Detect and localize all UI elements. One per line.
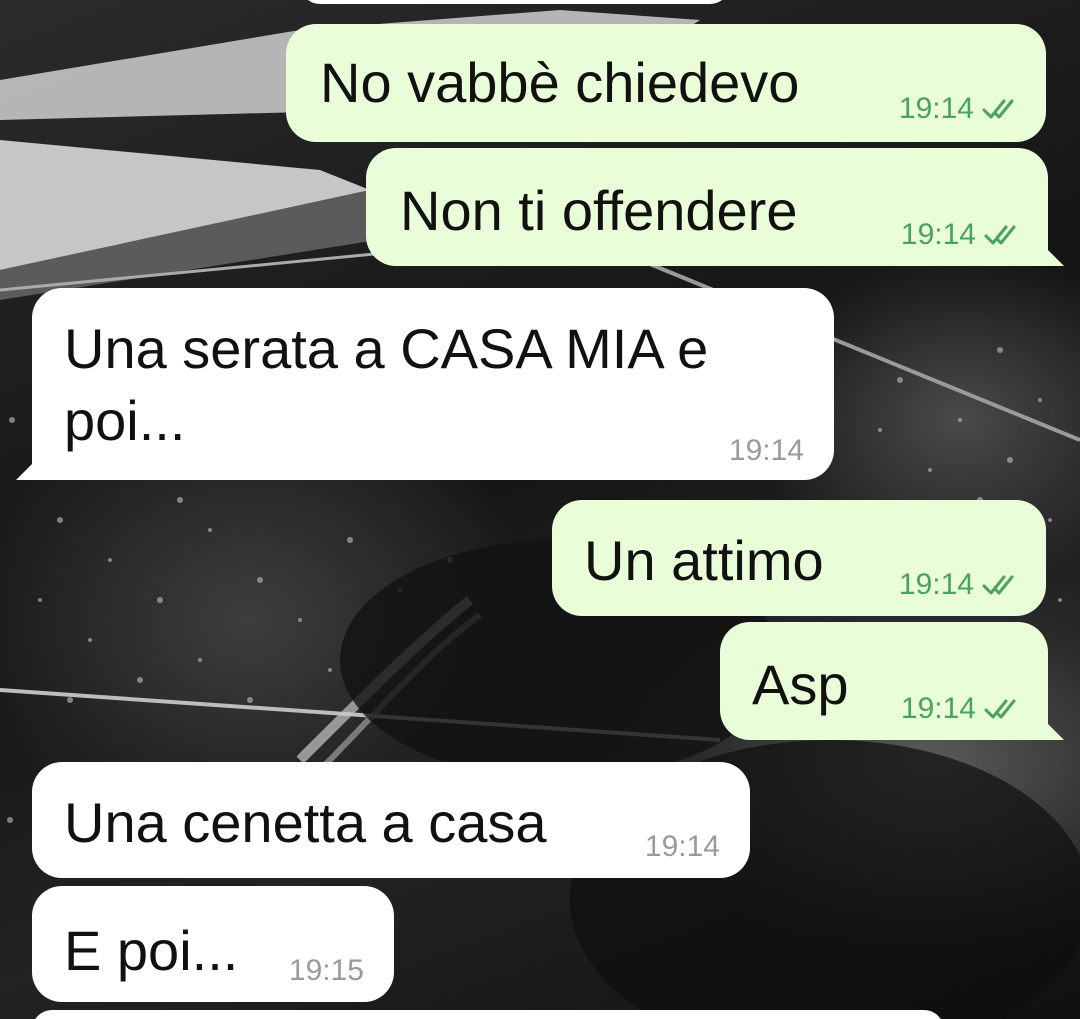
message-meta: 19:14: [901, 220, 1028, 250]
message-time: 19:14: [900, 218, 976, 251]
message-text-line-2: poi...: [64, 389, 186, 452]
message-bubble-outgoing[interactable]: Asp 19:14: [720, 622, 1064, 740]
message-text: Un attimo: [584, 529, 824, 592]
message-bubble-outgoing[interactable]: Un attimo 19:14: [552, 500, 1046, 616]
message-text: Una cenetta a casa: [64, 791, 547, 854]
message-text: No vabbè chiedevo: [320, 51, 800, 114]
double-check-icon: [982, 99, 1014, 119]
message-meta: 19:14: [899, 570, 1026, 600]
message-time: 19:14: [900, 692, 976, 725]
message-bubble-incoming[interactable]: Una serata a CASA MIA e poi... 19:14: [16, 288, 834, 480]
message-text: E poi...: [64, 919, 239, 982]
double-check-icon: [984, 699, 1016, 719]
message-meta: 19:14: [729, 436, 804, 466]
message-meta: 19:15: [289, 956, 364, 986]
message-meta: 19:14: [899, 94, 1026, 124]
message-time: 19:14: [898, 568, 974, 601]
message-meta: 19:14: [901, 694, 1028, 724]
double-check-icon: [982, 575, 1014, 595]
message-bubble-partial-top: [300, 0, 730, 4]
message-time: 19:14: [898, 92, 974, 125]
message-time: 19:14: [728, 434, 804, 467]
message-bubble-outgoing[interactable]: No vabbè chiedevo 19:14: [286, 24, 1046, 142]
message-text-line-1: Una serata a CASA MIA e: [64, 317, 709, 380]
message-time: 19:14: [644, 830, 720, 863]
double-check-icon: [984, 225, 1016, 245]
message-bubble-incoming[interactable]: E poi... 19:15: [32, 886, 394, 1002]
chat-message-list[interactable]: No vabbè chiedevo 19:14 Non ti offendere…: [0, 0, 1080, 1019]
message-bubble-outgoing[interactable]: Non ti offendere 19:14: [366, 148, 1064, 266]
message-text: Asp: [752, 653, 849, 716]
message-bubble-incoming[interactable]: Una cenetta a casa 19:14: [32, 762, 750, 878]
message-time: 19:15: [288, 954, 364, 987]
message-bubble-partial-bottom: [32, 1010, 944, 1019]
message-meta: 19:14: [645, 832, 720, 862]
message-text: Non ti offendere: [400, 179, 798, 242]
